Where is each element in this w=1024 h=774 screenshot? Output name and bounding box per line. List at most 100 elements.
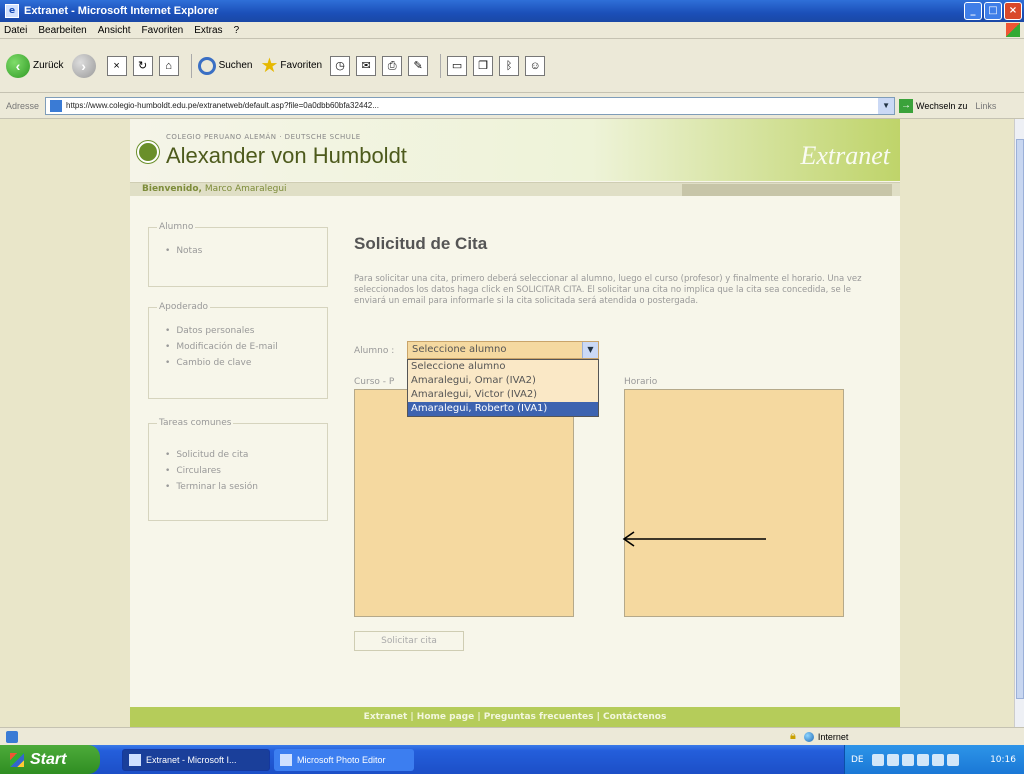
minimize-button[interactable]: _	[964, 2, 982, 20]
solicitar-cita-button[interactable]: Solicitar cita	[354, 631, 464, 651]
tray-volume-icon[interactable]	[886, 753, 899, 766]
clock[interactable]: 10:16	[990, 755, 1016, 765]
site-footer[interactable]: Extranet | Home page | Preguntas frecuen…	[130, 707, 900, 727]
sidebar-tareas: Tareas comunes Solicitud de cita Circula…	[148, 418, 328, 521]
status-bar: 🔒︎ Internet	[0, 727, 1024, 745]
forward-arrow-icon: ›	[71, 53, 96, 78]
sidebar-apoderado: Apoderado Datos personales Modificación …	[148, 302, 328, 399]
dropdown-option[interactable]: Seleccione alumno	[408, 360, 598, 374]
sidebar-item-notas[interactable]: Notas	[165, 246, 327, 256]
ie-task-icon	[129, 753, 141, 766]
page-viewport: COLEGIO PERUANO ALEMÁN · DEUTSCHE SCHULE…	[0, 119, 1014, 727]
go-button[interactable]: → Wechseln zu	[899, 98, 967, 113]
vertical-scrollbar[interactable]	[1014, 119, 1024, 727]
horario-label: Horario	[624, 377, 658, 387]
start-label: Start	[30, 750, 67, 768]
sidebar-item-datos-personales[interactable]: Datos personales	[165, 326, 327, 336]
menu-favoriten[interactable]: Favoriten	[142, 25, 184, 36]
tray-update-icon[interactable]	[916, 753, 929, 766]
menu-bearbeiten[interactable]: Bearbeiten	[38, 25, 86, 36]
tray-language[interactable]: DE	[851, 755, 864, 765]
sidebar-item-solicitud-cita[interactable]: Solicitud de cita	[165, 450, 327, 460]
sidebar-item-circulares[interactable]: Circulares	[165, 466, 327, 476]
zone-label: Internet	[817, 731, 849, 742]
lock-icon: 🔒︎	[790, 730, 796, 742]
address-input[interactable]: https://www.colegio-humboldt.edu.pe/extr…	[45, 96, 896, 115]
refresh-icon[interactable]: ↻	[132, 55, 153, 76]
sidebar-item-modificacion-email[interactable]: Modificación de E-mail	[165, 342, 327, 352]
sidebar-alumno-legend: Alumno	[157, 222, 196, 232]
scrollbar-thumb[interactable]	[1016, 139, 1024, 699]
go-arrow-icon: →	[899, 98, 914, 113]
menu-help[interactable]: ?	[234, 25, 240, 36]
sidebar-apoderado-legend: Apoderado	[157, 302, 211, 312]
mail-icon[interactable]: ✉	[356, 55, 377, 76]
welcome-text: Bienvenido, Marco Amaralegui	[142, 184, 287, 194]
search-button[interactable]: Suchen	[197, 56, 253, 75]
curso-label: Curso - P	[354, 377, 395, 387]
alumno-dropdown-list: Seleccione alumno Amaralegui, Omar (IVA2…	[407, 359, 599, 417]
search-label: Suchen	[218, 60, 253, 71]
sidebar-item-terminar-sesion[interactable]: Terminar la sesión	[165, 482, 327, 492]
forward-button[interactable]: ›	[71, 53, 99, 78]
close-button[interactable]: ×	[1004, 2, 1022, 20]
horario-listbox[interactable]	[624, 389, 844, 617]
address-dropdown-icon[interactable]: ▼	[878, 97, 895, 114]
school-subtitle: COLEGIO PERUANO ALEMÁN · DEUTSCHE SCHULE	[166, 133, 361, 141]
links-button[interactable]: Links	[975, 101, 996, 111]
back-arrow-icon: ‹	[6, 53, 30, 78]
intro-text: Para solicitar una cita, primero deberá …	[354, 274, 862, 306]
home-icon[interactable]: ⌂	[158, 55, 179, 76]
stop-icon[interactable]: ×	[106, 55, 127, 76]
security-zone: 🔒︎ Internet	[790, 729, 848, 744]
favorites-star-icon: ★	[260, 55, 279, 77]
bluetooth-icon[interactable]: ᛒ	[499, 55, 520, 76]
tray-misc-icon[interactable]	[946, 753, 959, 766]
window-title: Extranet - Microsoft Internet Explorer	[24, 5, 219, 17]
favorites-label: Favoriten	[280, 60, 323, 71]
page-title: Solicitud de Cita	[354, 234, 488, 253]
curso-listbox[interactable]	[354, 389, 574, 617]
welcome-bar: Bienvenido, Marco Amaralegui	[130, 182, 900, 196]
welcome-user: Marco Amaralegui	[204, 184, 287, 194]
page-status-icon	[6, 730, 18, 743]
dropdown-option[interactable]: Amaralegui, Victor (IVA2)	[408, 388, 598, 402]
messenger-icon[interactable]: ☺	[525, 55, 546, 76]
tray-security-icon[interactable]	[901, 753, 914, 766]
chevron-down-icon[interactable]: ▼	[582, 342, 598, 358]
sidebar-item-cambio-clave[interactable]: Cambio de clave	[165, 358, 327, 368]
history-icon[interactable]: ◷	[330, 55, 351, 76]
globe-icon	[803, 731, 814, 742]
dropdown-option[interactable]: Amaralegui, Omar (IVA2)	[408, 374, 598, 388]
tray-app-icon[interactable]	[931, 753, 944, 766]
menu-extras[interactable]: Extras	[194, 25, 222, 36]
edit-icon[interactable]: ✎	[408, 55, 429, 76]
maximize-button[interactable]: □	[984, 2, 1002, 20]
extranet-brand: Extranet	[800, 141, 890, 170]
favorites-button[interactable]: ★ Favoriten	[260, 53, 322, 78]
taskbar-item-extranet[interactable]: Extranet - Microsoft I...	[122, 748, 270, 771]
back-label: Zurück	[33, 60, 64, 71]
welcome-link[interactable]	[682, 184, 892, 196]
dropdown-option-highlighted[interactable]: Amaralegui, Roberto (IVA1)	[408, 402, 598, 416]
research-icon[interactable]: ❐	[473, 55, 494, 76]
tray-network-icon[interactable]	[871, 753, 884, 766]
alumno-select-value: Seleccione alumno	[412, 344, 507, 355]
address-label: Adresse	[6, 100, 40, 111]
address-url: https://www.colegio-humboldt.edu.pe/extr…	[66, 101, 379, 110]
back-button[interactable]: ‹ Zurück	[6, 53, 64, 78]
page-icon	[50, 99, 63, 112]
taskbar-item-photo-editor[interactable]: Microsoft Photo Editor	[274, 748, 414, 771]
menu-datei[interactable]: Datei	[4, 25, 27, 36]
window-titlebar[interactable]: e Extranet - Microsoft Internet Explorer…	[0, 0, 1024, 22]
school-name: Alexander von Humboldt	[166, 143, 407, 168]
start-button[interactable]: Start	[0, 745, 100, 774]
sidebar-alumno: Alumno Notas	[148, 222, 328, 287]
toolbar: ‹ Zurück › × ↻ ⌂ Suchen ★ Favoriten ◷ ✉ …	[0, 39, 1024, 93]
site-header: COLEGIO PERUANO ALEMÁN · DEUTSCHE SCHULE…	[130, 119, 900, 181]
menu-ansicht[interactable]: Ansicht	[98, 25, 131, 36]
ie-icon: e	[5, 4, 19, 18]
folder-icon[interactable]: ▭	[447, 55, 468, 76]
alumno-select[interactable]: Seleccione alumno ▼	[407, 341, 599, 359]
print-icon[interactable]: ⎙	[382, 55, 403, 76]
